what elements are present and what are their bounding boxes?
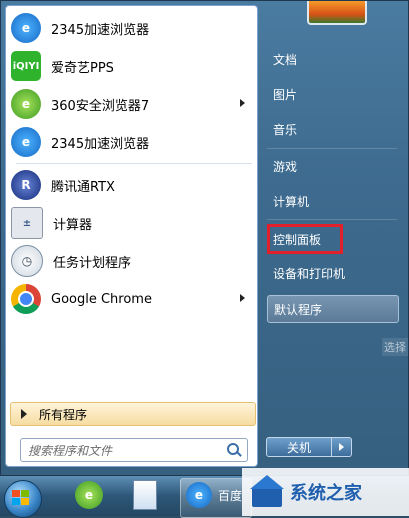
taskbar-browser-window[interactable]: e 百度 — [182, 478, 248, 512]
all-programs-label: 所有程序 — [39, 407, 88, 422]
submenu-arrow-icon — [240, 294, 245, 302]
program-item-iqiyi[interactable]: iQIYI 爱奇艺PPS — [11, 48, 251, 84]
program-item-calculator[interactable]: ± 计算器 — [11, 205, 251, 241]
taskbar-notepad[interactable] — [120, 478, 170, 512]
ie-browser-icon: e — [11, 13, 41, 43]
shutdown-label: 关机 — [286, 440, 311, 455]
right-item-label: 音乐 — [273, 122, 298, 137]
all-programs-button[interactable]: 所有程序 — [10, 402, 256, 426]
right-item-pictures[interactable]: 图片 — [267, 80, 399, 108]
right-item-label: 图片 — [273, 87, 298, 102]
program-item-rtx[interactable]: R 腾讯通RTX — [11, 167, 251, 203]
watermark: 系统之家 — [242, 468, 409, 516]
notepad-icon — [133, 480, 157, 510]
ie-browser-icon: e — [11, 127, 41, 157]
chrome-icon — [11, 284, 41, 314]
program-item-chrome[interactable]: Google Chrome — [11, 281, 251, 317]
program-label: 计算器 — [53, 217, 93, 233]
search-icon[interactable] — [224, 441, 242, 459]
taskbar-window-label: 百度 — [218, 488, 243, 503]
program-item-2345-browser-2[interactable]: e 2345加速浏览器 — [11, 124, 251, 160]
360-browser-icon: e — [11, 89, 41, 119]
search-box[interactable]: 搜索程序和文件 — [20, 438, 248, 462]
program-label: 2345加速浏览器 — [51, 22, 150, 38]
right-item-label: 文档 — [273, 52, 298, 67]
right-item-label: 计算机 — [273, 194, 310, 209]
triangle-right-icon — [21, 409, 27, 419]
program-label: 360安全浏览器7 — [51, 98, 150, 114]
shutdown-options-arrow-icon[interactable] — [332, 437, 352, 457]
divider — [16, 163, 252, 164]
divider — [267, 148, 397, 149]
program-item-task-scheduler[interactable]: ◷ 任务计划程序 — [11, 243, 251, 279]
divider — [267, 219, 397, 220]
360-browser-icon: e — [75, 481, 103, 509]
program-label: 任务计划程序 — [53, 255, 132, 271]
submenu-arrow-icon — [240, 99, 245, 107]
calculator-icon: ± — [11, 207, 43, 239]
program-item-2345-browser[interactable]: e 2345加速浏览器 — [11, 10, 251, 46]
shutdown-button[interactable]: 关机 — [266, 437, 332, 457]
tooltip-fragment: 选择 — [382, 338, 408, 356]
right-item-music[interactable]: 音乐 — [267, 115, 399, 143]
right-item-devices-printers[interactable]: 设备和打印机 — [267, 259, 399, 287]
shutdown-control[interactable]: 关机 — [266, 437, 354, 457]
program-label: 腾讯通RTX — [51, 179, 115, 195]
right-item-default-programs[interactable]: 默认程序 — [267, 295, 399, 323]
search-input[interactable]: 搜索程序和文件 — [21, 442, 224, 459]
windows-logo-icon — [12, 490, 30, 506]
right-item-label: 控制面板 — [273, 232, 322, 247]
taskbar-360-browser[interactable]: e — [64, 478, 114, 512]
right-item-label: 游戏 — [273, 159, 298, 174]
right-item-documents[interactable]: 文档 — [267, 45, 399, 73]
right-item-label: 设备和打印机 — [273, 266, 346, 281]
right-item-games[interactable]: 游戏 — [267, 152, 399, 180]
program-label: 爱奇艺PPS — [51, 60, 114, 76]
program-label: 2345加速浏览器 — [51, 136, 150, 152]
right-item-control-panel[interactable]: 控制面板 — [267, 224, 343, 254]
start-menu: e 2345加速浏览器 iQIYI 爱奇艺PPS e 360安全浏览器7 e 2… — [0, 0, 409, 476]
program-item-360-browser[interactable]: e 360安全浏览器7 — [11, 86, 251, 122]
clock-icon: ◷ — [11, 245, 43, 277]
right-item-computer[interactable]: 计算机 — [267, 187, 399, 215]
program-label: Google Chrome — [51, 291, 152, 307]
iqiyi-icon: iQIYI — [11, 51, 41, 81]
ie-browser-icon: e — [186, 482, 212, 508]
programs-pane: e 2345加速浏览器 iQIYI 爱奇艺PPS e 360安全浏览器7 e 2… — [5, 5, 258, 467]
user-avatar[interactable] — [307, 1, 367, 25]
house-logo-icon — [250, 475, 284, 509]
rtx-icon: R — [11, 170, 41, 200]
watermark-text: 系统之家 — [290, 483, 362, 504]
right-item-label: 默认程序 — [274, 302, 323, 317]
